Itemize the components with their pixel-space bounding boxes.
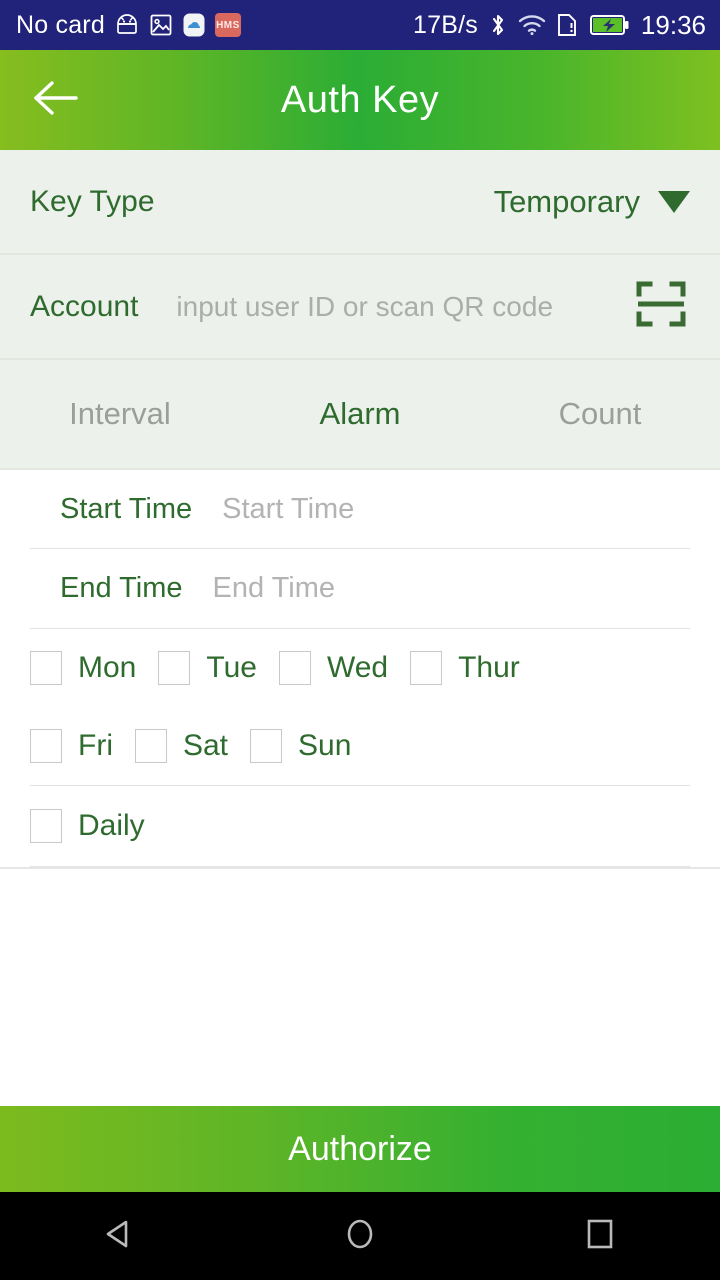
start-time-row[interactable]: Start Time bbox=[30, 470, 690, 549]
weekday-row-2: Fri Sat Sun bbox=[0, 707, 720, 785]
carrier-label: No card bbox=[16, 10, 105, 39]
checkbox-wed[interactable] bbox=[278, 651, 311, 685]
checkbox-daily[interactable] bbox=[30, 809, 62, 843]
checkbox-label-sat: Sat bbox=[182, 729, 229, 762]
account-input[interactable] bbox=[176, 290, 620, 323]
nav-home-icon bbox=[340, 1214, 380, 1259]
checkbox-label-thur: Thur bbox=[458, 651, 520, 684]
tab-alarm[interactable]: Alarm bbox=[240, 396, 480, 432]
weekday-selector: Mon Tue Wed Thur Fri Sat Sun bbox=[0, 629, 720, 785]
chevron-down-icon bbox=[658, 190, 690, 213]
settings-section: Key Type Temporary Account input user ID… bbox=[0, 150, 720, 470]
wifi-icon bbox=[518, 14, 546, 36]
daily-row[interactable]: Daily bbox=[0, 786, 720, 866]
end-time-row[interactable]: End Time bbox=[30, 549, 690, 629]
app-header: Auth Key bbox=[0, 50, 720, 150]
network-speed-label: 17B/s bbox=[412, 10, 478, 39]
tab-count[interactable]: Count bbox=[480, 396, 720, 432]
checkbox-label-mon: Mon bbox=[78, 651, 137, 684]
checkbox-label-wed: Wed bbox=[326, 651, 389, 684]
account-label: Account bbox=[30, 289, 139, 323]
checkbox-item-wed[interactable]: Wed bbox=[278, 651, 410, 685]
clock-label: 19:36 bbox=[640, 10, 706, 40]
bluetooth-icon bbox=[489, 12, 507, 38]
checkbox-item-sun[interactable]: Sun bbox=[250, 729, 373, 763]
status-bar: No card HMS 17B/s 19:36 bbox=[0, 0, 720, 50]
checkbox-sun[interactable] bbox=[250, 729, 283, 763]
checkbox-thur[interactable] bbox=[410, 651, 443, 685]
alarm-form-card: Start Time End Time Mon Tue Wed bbox=[0, 470, 720, 869]
android-nav-bar bbox=[0, 1192, 720, 1280]
hms-badge-icon: HMS bbox=[214, 13, 241, 37]
phone-screen: No card HMS 17B/s 19:36 Auth Key Key Typ… bbox=[0, 0, 720, 1280]
android-robot-icon bbox=[114, 13, 140, 37]
end-time-label: End Time bbox=[60, 572, 183, 604]
checkbox-item-fri[interactable]: Fri bbox=[30, 729, 135, 763]
cloud-app-icon bbox=[182, 12, 206, 38]
key-type-label: Key Type bbox=[30, 184, 155, 218]
battery-charging-icon bbox=[589, 13, 630, 37]
qr-scan-icon bbox=[633, 276, 689, 337]
account-row: Account bbox=[0, 255, 720, 360]
checkbox-item-sat[interactable]: Sat bbox=[134, 729, 250, 763]
checkbox-item-daily[interactable]: Daily bbox=[30, 809, 167, 843]
checkbox-fri[interactable] bbox=[30, 729, 62, 763]
checkbox-tue[interactable] bbox=[158, 651, 191, 685]
checkbox-label-daily: Daily bbox=[78, 809, 145, 842]
key-type-value-wrap[interactable]: Temporary bbox=[494, 184, 690, 220]
scan-qr-button[interactable] bbox=[632, 278, 690, 336]
nav-back-icon bbox=[100, 1214, 140, 1259]
authorize-button[interactable]: Authorize bbox=[0, 1106, 720, 1192]
content-spacer bbox=[0, 869, 720, 1106]
status-bar-right: 17B/s 19:36 bbox=[413, 12, 706, 38]
checkbox-item-tue[interactable]: Tue bbox=[158, 651, 279, 685]
key-type-value: Temporary bbox=[493, 183, 640, 219]
back-button[interactable] bbox=[30, 74, 82, 126]
status-bar-left: No card HMS bbox=[16, 12, 241, 38]
nav-recents-button[interactable] bbox=[540, 1192, 660, 1280]
start-time-label: Start Time bbox=[60, 492, 193, 525]
checkbox-mon[interactable] bbox=[30, 651, 62, 685]
checkbox-label-fri: Fri bbox=[78, 729, 113, 762]
tab-interval[interactable]: Interval bbox=[0, 396, 240, 432]
checkbox-sat[interactable] bbox=[134, 729, 167, 763]
gallery-icon bbox=[149, 13, 173, 37]
arrow-left-icon bbox=[32, 78, 80, 123]
checkbox-label-tue: Tue bbox=[206, 651, 257, 684]
weekday-row-1: Mon Tue Wed Thur bbox=[0, 629, 720, 707]
checkbox-item-mon[interactable]: Mon bbox=[30, 651, 158, 685]
checkbox-label-sun: Sun bbox=[298, 729, 352, 762]
page-title: Auth Key bbox=[280, 78, 440, 121]
start-time-input[interactable] bbox=[222, 492, 660, 526]
nav-recents-icon bbox=[580, 1214, 620, 1259]
sim-card-alert-icon bbox=[557, 12, 579, 38]
checkbox-item-thur[interactable]: Thur bbox=[410, 651, 542, 685]
mode-tabs: Interval Alarm Count bbox=[0, 360, 720, 470]
key-type-row[interactable]: Key Type Temporary bbox=[0, 150, 720, 255]
end-time-input[interactable] bbox=[212, 572, 660, 605]
nav-home-button[interactable] bbox=[300, 1192, 420, 1280]
nav-back-button[interactable] bbox=[60, 1192, 180, 1280]
